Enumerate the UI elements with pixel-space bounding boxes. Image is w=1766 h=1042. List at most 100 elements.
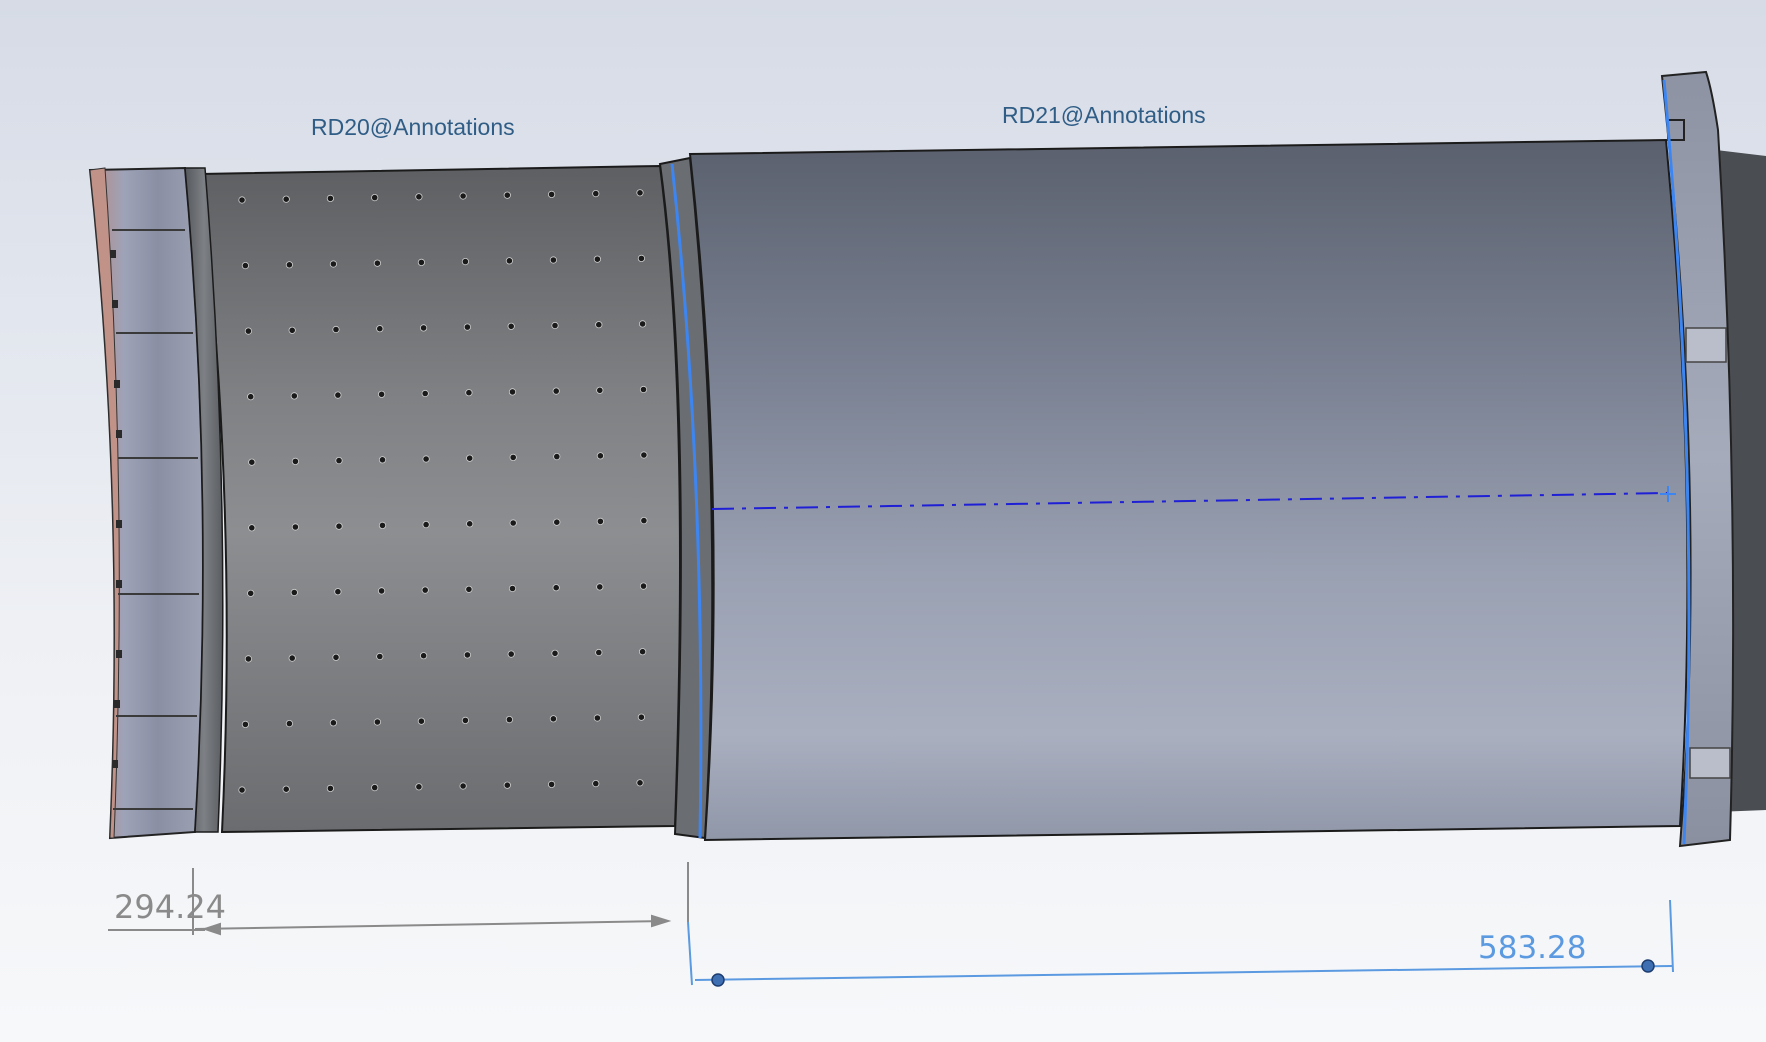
perforation-hole <box>332 325 340 334</box>
perforation-hole <box>551 649 559 657</box>
perforation-hole <box>459 782 467 790</box>
perforation-hole <box>592 190 600 198</box>
perforation-hole <box>377 587 386 595</box>
perforation-hole <box>592 779 600 788</box>
perforation-hole <box>247 589 255 597</box>
perforation-hole <box>596 583 604 591</box>
flange-notch-lower <box>1689 747 1731 779</box>
perforation-hole <box>241 720 249 729</box>
perforation-hole <box>503 191 511 199</box>
perforation-hole <box>465 585 473 593</box>
perforation-hole <box>553 518 561 526</box>
perforation-hole <box>238 786 246 794</box>
perforation-hole <box>373 259 381 267</box>
perforation-hole <box>638 648 647 656</box>
perforation-hole <box>376 325 384 333</box>
perforation-hole <box>549 715 558 723</box>
flange-notch-upper <box>1685 327 1727 363</box>
perforation-hole <box>329 260 337 268</box>
perforation-hole <box>371 783 379 792</box>
dimension-294-value[interactable]: 294.24 <box>114 888 226 926</box>
perforation-hole <box>637 254 646 262</box>
perforation-hole <box>238 196 246 204</box>
perforation-hole <box>637 713 646 721</box>
perforation-hole <box>419 652 428 660</box>
perforation-hole <box>285 719 293 728</box>
perforation-hole <box>334 588 342 596</box>
perforation-hole <box>335 456 343 465</box>
perforation-hole <box>326 784 334 793</box>
annotation-rd21-label[interactable]: RD21@Annotations <box>1002 102 1206 129</box>
perforation-hole <box>285 261 293 269</box>
perforation-hole <box>371 194 379 202</box>
perforation-hole <box>282 195 290 203</box>
smooth-shell-body[interactable] <box>688 138 1689 842</box>
perforation-hole <box>290 392 298 400</box>
dimension-583-value[interactable]: 583.28 <box>1478 930 1586 966</box>
perforation-hole <box>509 519 517 527</box>
perforation-hole <box>422 455 430 463</box>
perforation-hole <box>638 320 647 328</box>
perforation-hole <box>248 524 256 532</box>
perforation-hole <box>329 719 337 727</box>
perforation-hole <box>417 717 425 725</box>
perforation-hole <box>463 651 471 659</box>
perforation-hole <box>595 648 603 657</box>
perforation-hole <box>466 454 474 462</box>
perforation-hole <box>463 323 471 331</box>
perforation-hole <box>596 386 604 394</box>
perforation-hole <box>640 451 648 459</box>
perforation-hole <box>639 582 648 590</box>
perforation-hole <box>596 517 605 526</box>
perforation-hole <box>636 779 644 787</box>
perforation-hole <box>636 189 644 197</box>
perforation-hole <box>459 192 467 200</box>
perforation-hole <box>334 391 342 399</box>
perforation-hole <box>326 194 334 202</box>
perforation-hole <box>417 258 425 266</box>
perforation-hole <box>505 257 513 265</box>
perforation-hole <box>552 584 560 592</box>
perforation-hole <box>291 457 299 465</box>
perforation-hole <box>335 522 343 530</box>
perforation-hole <box>505 715 513 724</box>
perforation-hole <box>421 389 429 398</box>
perforation-hole <box>508 388 517 396</box>
perforation-hole <box>461 257 469 266</box>
perforated-shell-body[interactable] <box>198 164 681 834</box>
dimension-583-handle-right[interactable] <box>1641 959 1655 973</box>
perforation-hole <box>507 650 515 658</box>
perforation-hole <box>376 652 384 661</box>
perforation-hole <box>461 716 469 725</box>
perforation-hole <box>551 321 559 330</box>
perforation-hole <box>377 390 386 398</box>
perforation-hole <box>465 389 473 397</box>
model-canvas[interactable] <box>0 0 1766 1042</box>
perforation-hole <box>547 190 556 198</box>
dimension-583-handle-left[interactable] <box>711 973 725 987</box>
perforation-hole <box>290 588 298 597</box>
perforation-hole <box>507 322 515 330</box>
perforation-hole <box>421 586 429 594</box>
perforation-hole <box>553 452 561 461</box>
perforation-hole <box>244 327 252 335</box>
graphics-viewport[interactable]: RD20@Annotations RD21@Annotations 294.24… <box>0 0 1766 1042</box>
perforation-hole <box>509 453 517 461</box>
perforation-hole <box>419 324 428 332</box>
perforation-hole <box>288 326 296 334</box>
perforation-hole <box>639 385 648 394</box>
perforation-hole <box>422 520 430 529</box>
perforation-hole <box>549 256 558 264</box>
perforation-hole <box>288 654 296 662</box>
perforation-hole <box>640 516 648 525</box>
perforation-hole <box>378 521 387 530</box>
perforation-hole <box>373 718 381 726</box>
perforation-hole <box>596 452 605 460</box>
perforation-hole <box>547 780 556 789</box>
perforation-hole <box>552 387 560 395</box>
annotation-rd20-label[interactable]: RD20@Annotations <box>311 114 515 141</box>
perforation-hole <box>415 783 423 791</box>
perforation-hole <box>247 393 255 401</box>
perforation-hole <box>508 584 517 593</box>
perforation-hole <box>244 655 252 663</box>
